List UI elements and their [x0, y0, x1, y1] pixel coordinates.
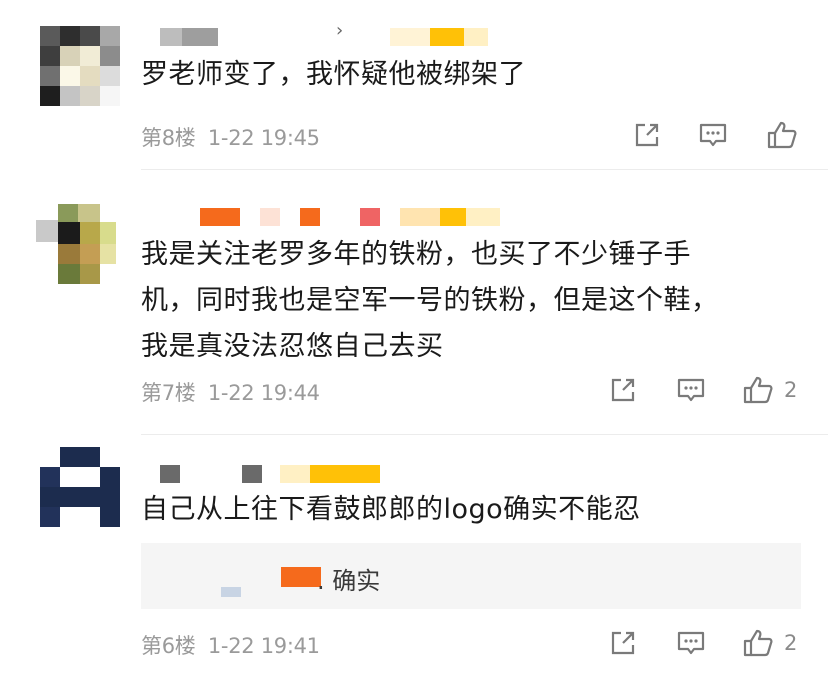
- reply-preview[interactable]: . 确实: [141, 543, 801, 609]
- comment-text-line: 机，同时我也是空军一号的铁粉，但是这个鞋，: [141, 285, 719, 316]
- thumbs-up-icon: [767, 121, 797, 149]
- thumbs-up-icon: [743, 629, 773, 657]
- like-button[interactable]: [766, 118, 808, 152]
- avatar[interactable]: [40, 447, 120, 527]
- username-redacted[interactable]: ›: [160, 20, 490, 46]
- like-count: 2: [784, 378, 798, 402]
- comment-text-line: 罗老师变了，我怀疑他被绑架了: [141, 59, 526, 90]
- like-button[interactable]: 2: [742, 373, 797, 407]
- repost-button[interactable]: [608, 373, 638, 407]
- share-icon: [611, 631, 635, 655]
- comment-text: 自己从上往下看鼓郎郎的logo确实不能忍: [141, 487, 641, 533]
- repost-button[interactable]: [632, 118, 662, 152]
- comment-text: 罗老师变了，我怀疑他被绑架了: [141, 52, 526, 98]
- like-count: 2: [784, 631, 798, 655]
- comment-icon: [677, 631, 705, 655]
- comment-text: 我是关注老罗多年的铁粉，也买了不少锤子手 机，同时我也是空军一号的铁粉，但是这个…: [141, 232, 719, 370]
- avatar[interactable]: [40, 26, 120, 106]
- comment-floor-7: 我是关注老罗多年的铁粉，也买了不少锤子手 机，同时我也是空军一号的铁粉，但是这个…: [0, 170, 828, 435]
- comment-text-line: 自己从上往下看鼓郎郎的logo确实不能忍: [141, 494, 641, 525]
- action-bar: 2: [0, 626, 828, 660]
- username-redacted[interactable]: [200, 208, 500, 226]
- thumbs-up-icon: [743, 376, 773, 404]
- reply-text: . 确实: [317, 567, 381, 595]
- comment-floor-6: 自己从上往下看鼓郎郎的logo确实不能忍 . 确实 第6楼 1-22 19:41…: [0, 435, 828, 680]
- username-redacted[interactable]: [160, 465, 400, 483]
- comment-text-line: 我是关注老罗多年的铁粉，也买了不少锤子手: [141, 239, 691, 270]
- reply-username-redacted: [281, 567, 321, 587]
- repost-button[interactable]: [608, 626, 638, 660]
- reply-button[interactable]: [698, 118, 728, 152]
- share-icon: [635, 123, 659, 147]
- share-icon: [611, 378, 635, 402]
- action-bar: 2: [0, 373, 828, 407]
- reply-avatar-redacted: [221, 587, 241, 597]
- comment-text-line: 我是真没法忍悠自己去买: [141, 331, 444, 362]
- comment-floor-8: › 罗老师变了，我怀疑他被绑架了 第8楼 1-22 19:45: [0, 0, 828, 170]
- action-bar: [0, 118, 828, 152]
- like-button[interactable]: 2: [742, 626, 797, 660]
- reply-button[interactable]: [676, 626, 706, 660]
- reply-button[interactable]: [676, 373, 706, 407]
- comment-icon: [677, 378, 705, 402]
- comment-icon: [699, 123, 727, 147]
- avatar[interactable]: [36, 204, 116, 284]
